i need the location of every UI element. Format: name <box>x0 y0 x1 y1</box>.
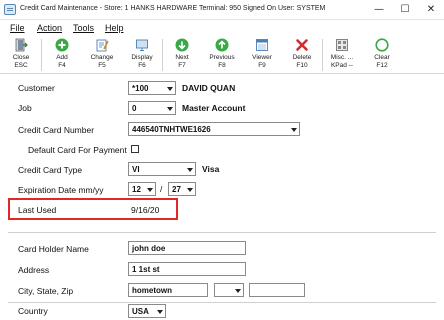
change-shortcut: F5 <box>98 62 106 69</box>
credit-card-form: Customer *100 DAVID QUAN Job 0 Master Ac… <box>0 75 444 320</box>
previous-label: Previous <box>209 54 235 61</box>
job-select[interactable]: 0 <box>128 101 176 115</box>
country-label: Country <box>18 306 48 316</box>
clear-button[interactable]: Clear F12 <box>362 36 402 74</box>
chevron-down-icon <box>167 107 173 111</box>
customer-value: *100 <box>132 84 149 93</box>
add-shortcut: F4 <box>58 62 66 69</box>
menu-tools[interactable]: Tools <box>73 23 94 33</box>
menu-bar: File Action Tools Help <box>0 21 444 35</box>
next-icon <box>175 38 189 52</box>
delete-icon <box>296 39 308 51</box>
previous-button[interactable]: Previous F8 <box>202 36 242 74</box>
next-label: Next <box>175 54 189 61</box>
toolbar: Close ESC Add F4 Change F5 Display F6 Ne… <box>0 36 444 74</box>
last-used-value: 9/16/20 <box>131 205 160 215</box>
clear-shortcut: F12 <box>376 62 388 69</box>
next-shortcut: F7 <box>178 62 186 69</box>
menu-help[interactable]: Help <box>105 23 124 33</box>
misc-label: Misc. ... <box>330 54 354 61</box>
expiration-year-value: 27 <box>172 185 181 194</box>
add-button[interactable]: Add F4 <box>42 36 82 74</box>
customer-name: DAVID QUAN <box>182 83 236 93</box>
previous-icon <box>215 38 229 52</box>
close-label: Close <box>12 54 30 61</box>
date-separator: / <box>160 184 163 194</box>
job-name: Master Account <box>182 103 246 113</box>
maximize-button[interactable]: ☐ <box>392 0 418 20</box>
change-button[interactable]: Change F5 <box>82 36 122 74</box>
add-label: Add <box>56 54 68 61</box>
expiration-year-select[interactable]: 27 <box>168 182 196 196</box>
chevron-down-icon <box>187 168 193 172</box>
delete-label: Delete <box>292 54 312 61</box>
expiration-month-value: 12 <box>132 185 141 194</box>
add-icon <box>55 38 69 52</box>
default-payment-checkbox[interactable] <box>131 145 139 153</box>
viewer-icon <box>256 39 268 51</box>
close-shortcut: ESC <box>14 62 28 69</box>
change-label: Change <box>90 54 114 61</box>
zip-input[interactable] <box>249 283 305 297</box>
expiration-month-select[interactable]: 12 <box>128 182 156 196</box>
card-number-select[interactable]: 446540TNHTWE1626 <box>128 122 300 136</box>
clear-icon <box>375 38 389 52</box>
chevron-down-icon <box>187 188 193 192</box>
display-button[interactable]: Display F6 <box>122 36 162 74</box>
close-window-button[interactable]: ✕ <box>418 0 444 20</box>
delete-shortcut: F10 <box>296 62 308 69</box>
chevron-down-icon <box>235 289 241 293</box>
previous-shortcut: F8 <box>218 62 226 69</box>
default-payment-label: Default Card For Payment <box>28 145 127 155</box>
minimize-button[interactable]: — <box>366 0 392 20</box>
display-shortcut: F6 <box>138 62 146 69</box>
section-divider <box>8 232 436 233</box>
viewer-shortcut: F9 <box>258 62 266 69</box>
holder-name-label: Card Holder Name <box>18 244 89 254</box>
close-door-icon <box>15 38 28 52</box>
change-icon <box>96 39 109 52</box>
close-button[interactable]: Close ESC <box>1 36 41 74</box>
job-label: Job <box>18 103 32 113</box>
delete-button[interactable]: Delete F10 <box>282 36 322 74</box>
title-bar: Credit Card Maintenance - Store: 1 HANKS… <box>0 0 444 20</box>
card-type-name: Visa <box>202 164 220 174</box>
clear-label: Clear <box>374 54 390 61</box>
chevron-down-icon <box>167 87 173 91</box>
app-icon <box>4 4 16 15</box>
chevron-down-icon <box>291 128 297 132</box>
chevron-down-icon <box>157 310 163 314</box>
city-state-zip-label: City, State, Zip <box>18 286 74 296</box>
next-button[interactable]: Next F7 <box>162 36 202 74</box>
address-label: Address <box>18 265 50 275</box>
holder-name-input[interactable]: john doe <box>128 241 246 255</box>
customer-select[interactable]: *100 <box>128 81 176 95</box>
card-number-label: Credit Card Number <box>18 125 95 135</box>
chevron-down-icon <box>147 188 153 192</box>
viewer-button[interactable]: Viewer F9 <box>242 36 282 74</box>
country-select[interactable]: USA <box>128 304 166 318</box>
misc-icon <box>336 39 348 51</box>
viewer-label: Viewer <box>252 54 272 61</box>
country-value: USA <box>132 307 149 316</box>
menu-action[interactable]: Action <box>37 23 62 33</box>
address-input[interactable]: 1 1st st <box>128 262 246 276</box>
section-divider <box>8 302 436 303</box>
card-number-value: 446540TNHTWE1626 <box>132 125 211 134</box>
customer-label: Customer <box>18 83 55 93</box>
state-select[interactable] <box>214 283 244 297</box>
misc-shortcut: KPad -- <box>330 62 354 69</box>
window-title: Credit Card Maintenance - Store: 1 HANKS… <box>20 5 326 12</box>
job-value: 0 <box>132 104 137 113</box>
menu-file[interactable]: File <box>10 23 25 33</box>
display-label: Display <box>131 54 153 61</box>
expiration-label: Expiration Date mm/yy <box>18 185 104 195</box>
display-icon <box>136 39 148 51</box>
city-input[interactable]: hometown <box>128 283 208 297</box>
card-type-select[interactable]: VI <box>128 162 196 176</box>
card-type-label: Credit Card Type <box>18 165 83 175</box>
misc-button[interactable]: Misc. ... KPad -- <box>322 36 362 74</box>
card-type-value: VI <box>132 165 140 174</box>
last-used-label: Last Used <box>18 205 57 215</box>
